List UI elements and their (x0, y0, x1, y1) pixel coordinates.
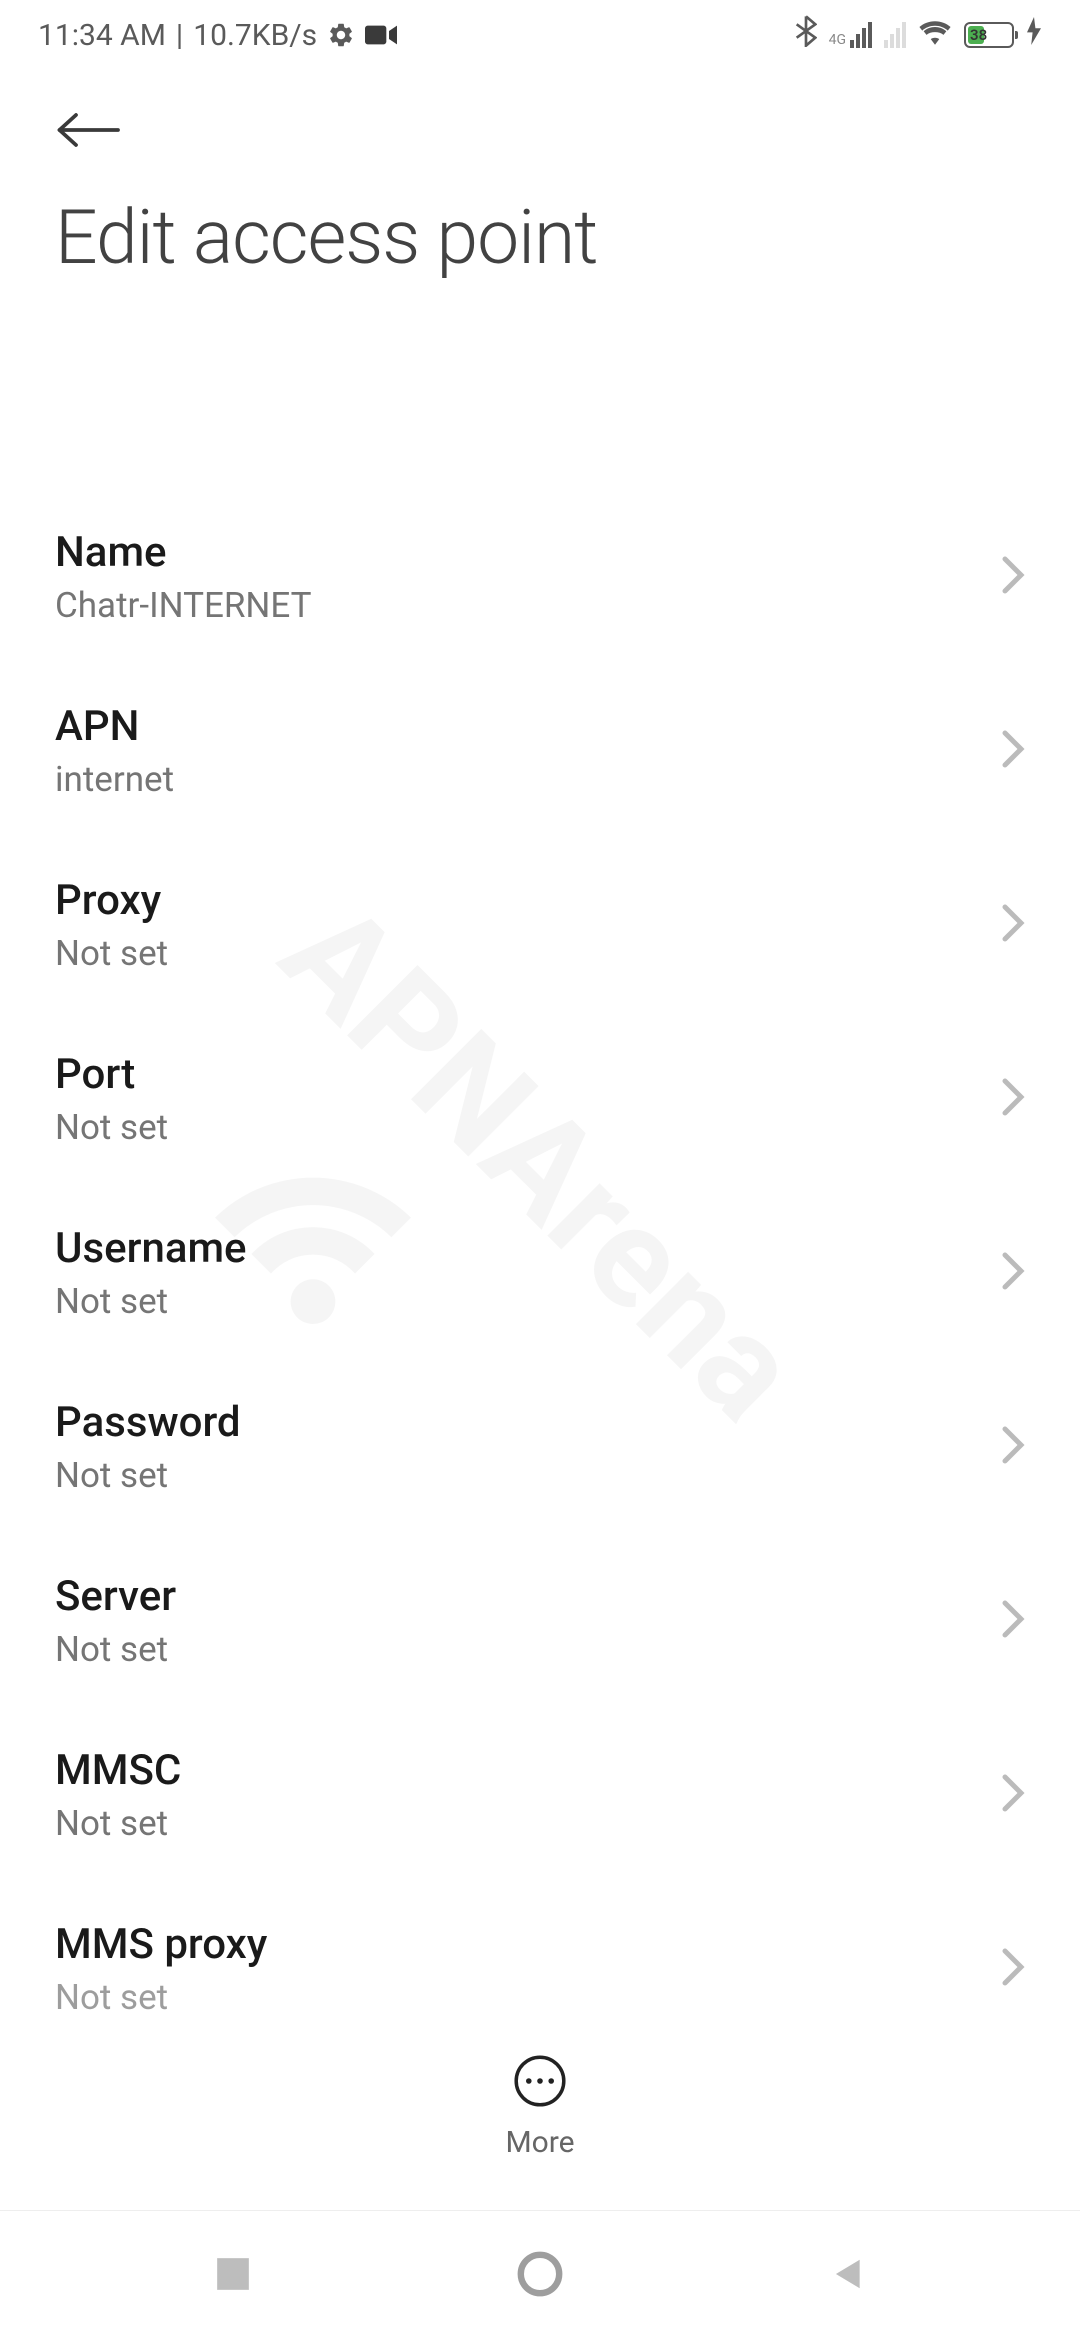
setting-label: MMS proxy (55, 1920, 267, 1969)
more-icon (512, 2053, 568, 2113)
camera-icon (365, 23, 397, 47)
status-right: 4G 38 (795, 15, 1042, 55)
chevron-right-icon (1001, 729, 1025, 773)
setting-value: Not set (55, 1977, 267, 2018)
setting-label: Name (55, 528, 312, 577)
more-label: More (505, 2125, 574, 2160)
bluetooth-icon (795, 15, 817, 55)
charging-icon (1026, 17, 1042, 53)
triangle-back-icon (828, 2255, 866, 2297)
setting-mms-proxy[interactable]: MMS proxy Not set (0, 1882, 1080, 2050)
chevron-right-icon (1001, 1251, 1025, 1295)
navigation-bar (0, 2210, 1080, 2340)
status-divider: | (176, 18, 183, 53)
setting-port[interactable]: Port Not set (0, 1012, 1080, 1186)
setting-username[interactable]: Username Not set (0, 1186, 1080, 1360)
chevron-right-icon (1001, 903, 1025, 947)
setting-value: Not set (55, 933, 168, 974)
chevron-right-icon (1001, 1947, 1025, 1991)
chevron-right-icon (1001, 1077, 1025, 1121)
setting-server[interactable]: Server Not set (0, 1534, 1080, 1708)
setting-label: MMSC (55, 1746, 181, 1795)
setting-value: Not set (55, 1455, 241, 1496)
settings-scroll[interactable]: Name Chatr-INTERNET APN internet Proxy N… (0, 450, 1080, 2050)
chevron-right-icon (1001, 555, 1025, 599)
page-title: Edit access point (55, 194, 1025, 282)
status-speed: 10.7KB/s (193, 18, 317, 53)
setting-value: Not set (55, 1629, 176, 1670)
battery-icon: 38 (964, 22, 1014, 48)
nav-recents-button[interactable] (173, 2255, 293, 2297)
setting-label: Password (55, 1398, 241, 1447)
settings-list: Name Chatr-INTERNET APN internet Proxy N… (0, 450, 1080, 2050)
status-time: 11:34 AM (38, 18, 166, 53)
square-icon (214, 2255, 252, 2297)
chevron-right-icon (1001, 1773, 1025, 1817)
setting-label: Proxy (55, 876, 168, 925)
settings-icon (327, 21, 355, 49)
status-bar: 11:34 AM | 10.7KB/s 4G (0, 0, 1080, 70)
setting-value: Chatr-INTERNET (55, 585, 312, 626)
circle-icon (516, 2250, 564, 2302)
status-left: 11:34 AM | 10.7KB/s (38, 18, 397, 53)
more-button[interactable]: More (505, 2053, 574, 2160)
signal-4g-icon: 4G (829, 22, 872, 48)
chevron-right-icon (1001, 1425, 1025, 1469)
header: Edit access point (0, 70, 1080, 292)
setting-value: Not set (55, 1803, 181, 1844)
signal-no-sim-icon (884, 22, 906, 48)
setting-mmsc[interactable]: MMSC Not set (0, 1708, 1080, 1882)
back-button[interactable] (55, 100, 1025, 194)
setting-value: internet (55, 759, 174, 800)
setting-proxy[interactable]: Proxy Not set (0, 838, 1080, 1012)
wifi-icon (918, 18, 952, 53)
setting-password[interactable]: Password Not set (0, 1360, 1080, 1534)
nav-back-button[interactable] (787, 2255, 907, 2297)
setting-label: Server (55, 1572, 176, 1621)
setting-apn[interactable]: APN internet (0, 664, 1080, 838)
setting-label: APN (55, 702, 174, 751)
chevron-right-icon (1001, 1599, 1025, 1643)
bottom-action-bar: More (0, 2033, 1080, 2180)
setting-value: Not set (55, 1281, 247, 1322)
setting-label: Username (55, 1224, 247, 1273)
setting-label: Port (55, 1050, 168, 1099)
nav-home-button[interactable] (480, 2250, 600, 2302)
setting-name[interactable]: Name Chatr-INTERNET (0, 490, 1080, 664)
setting-value: Not set (55, 1107, 168, 1148)
